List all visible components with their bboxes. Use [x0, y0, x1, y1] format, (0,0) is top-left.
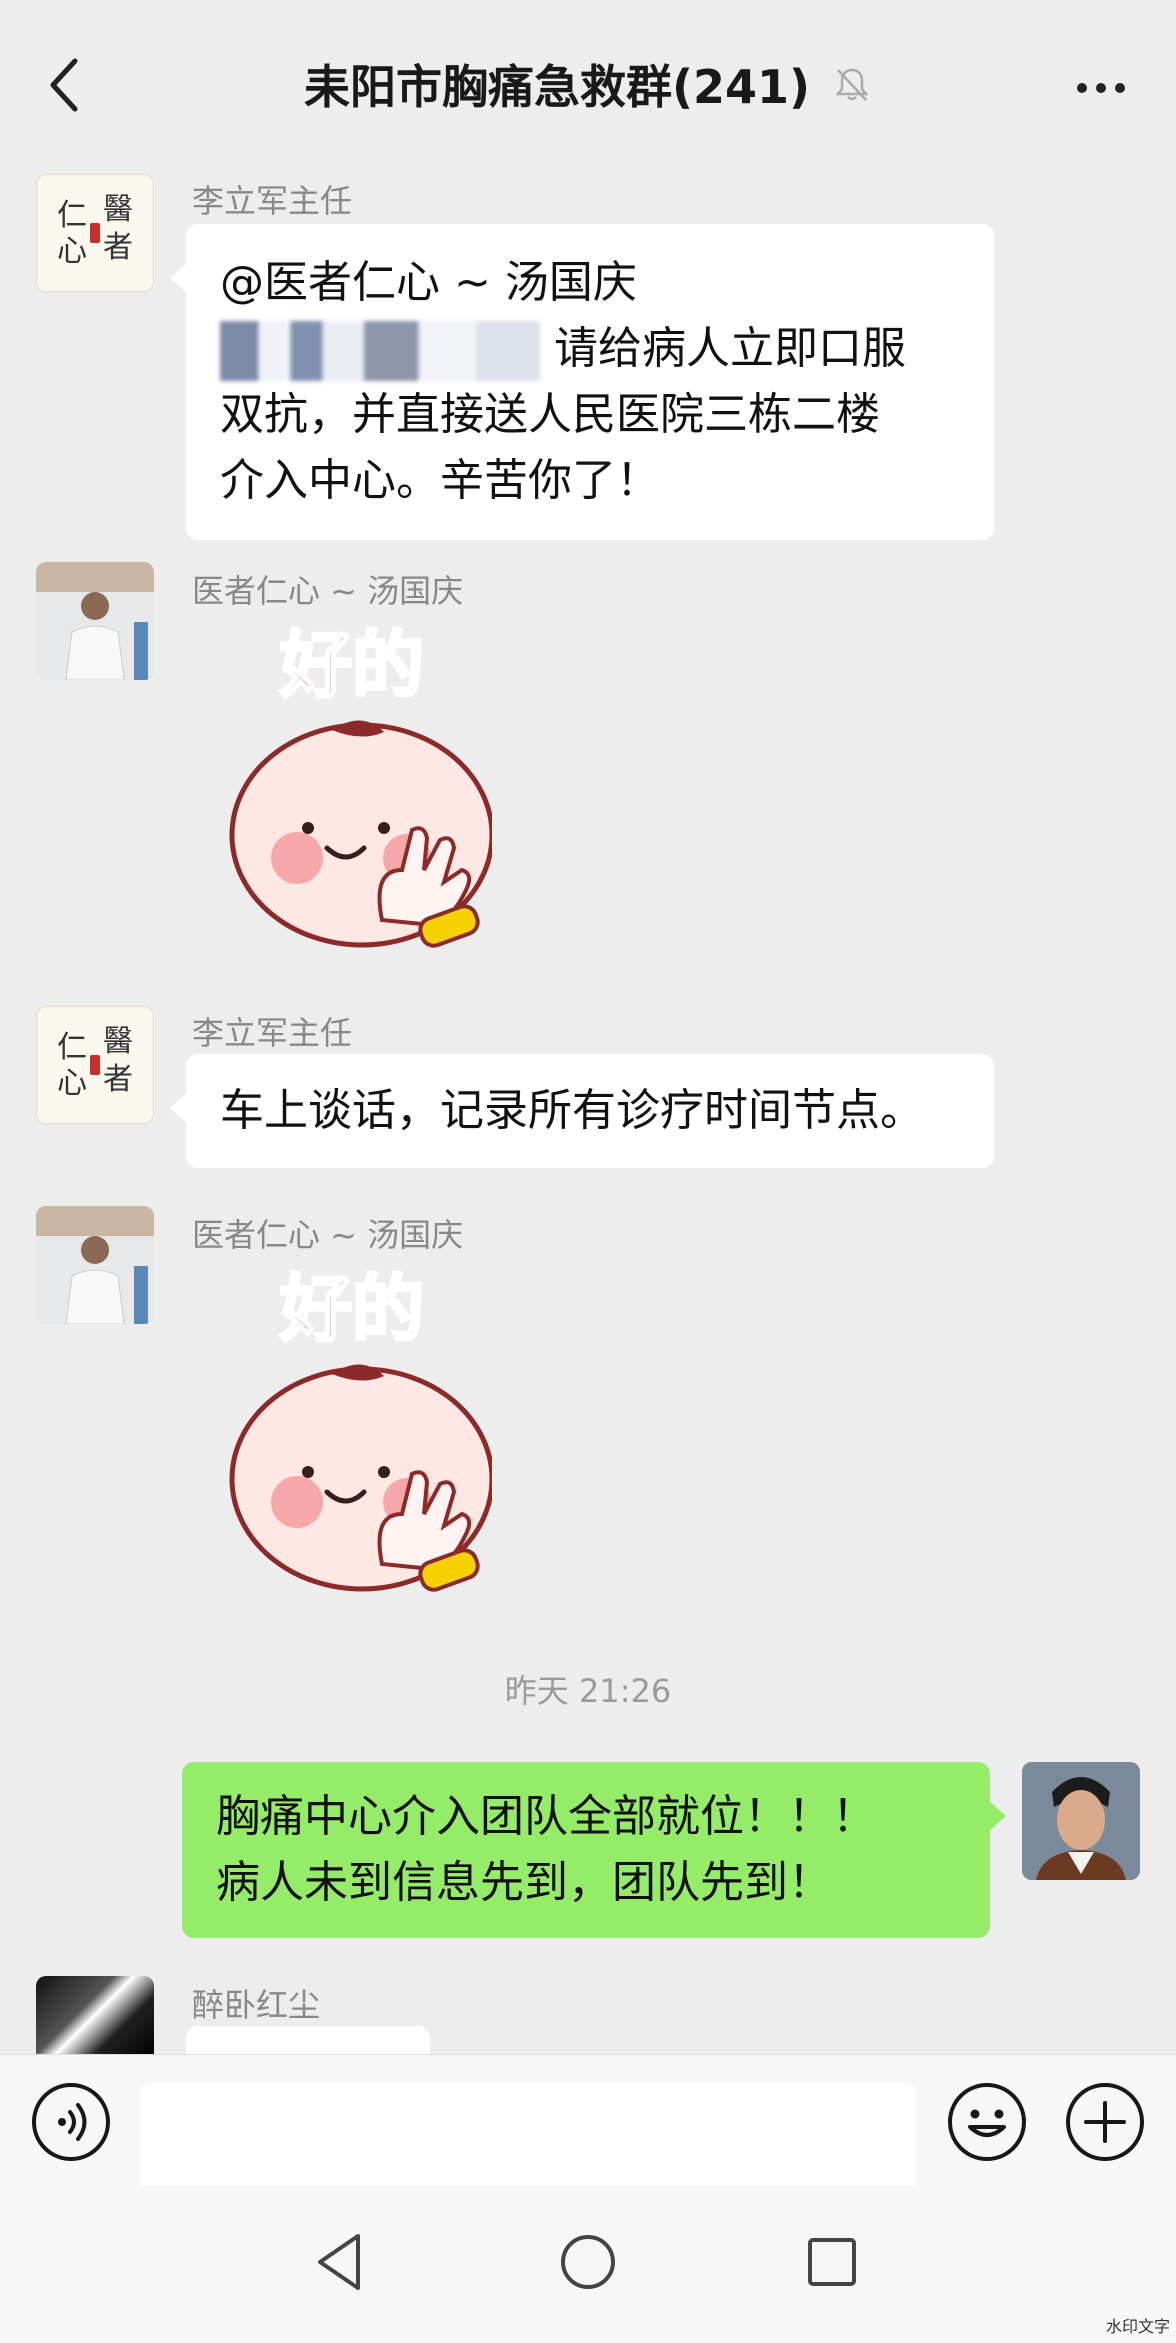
user-photo	[1022, 1762, 1140, 1880]
plus-icon[interactable]	[1064, 2081, 1146, 2163]
sender-name: 医者仁心 ~ 汤国庆	[192, 1216, 464, 1254]
seal-stamp	[90, 223, 100, 243]
dot-icon	[1077, 83, 1087, 93]
message-bubble[interactable]: 车上谈话，记录所有诊疗时间节点。	[170, 1054, 994, 1168]
seal-char: 心	[57, 1066, 87, 1101]
ok-sticker[interactable]: 好的	[212, 620, 492, 950]
timestamp: 昨天 21:26	[504, 1672, 672, 1710]
avatar-li-lijun[interactable]: 仁 心 醫 者	[36, 174, 154, 292]
nav-home-icon[interactable]	[552, 2226, 624, 2298]
seal-char: 仁	[57, 198, 87, 233]
chat-title: 耒阳市胸痛急救群(241)	[303, 60, 811, 114]
doctor-photo	[36, 562, 154, 680]
message-line: 车上谈话，记录所有诊疗时间节点。	[220, 1085, 924, 1136]
avatar-self[interactable]	[1022, 1762, 1140, 1880]
watermark: 水印文字	[1105, 2317, 1170, 2336]
seal-char: 心	[57, 234, 87, 269]
seal-logo: 仁 心 醫 者	[55, 193, 135, 273]
ok-sticker[interactable]: 好的	[212, 1264, 492, 1594]
input-bar	[0, 2054, 1176, 2203]
message-line: 双抗，并直接送人民医院三栋二楼	[220, 389, 880, 440]
seal-logo: 仁 心 醫 者	[55, 1025, 135, 1105]
message-line: @医者仁心 ~ 汤国庆	[220, 257, 637, 308]
avatar-zuiwo-hongchen[interactable]	[36, 1976, 154, 2054]
sender-name: 李立军主任	[192, 1014, 353, 1052]
redacted-mention	[220, 321, 540, 381]
more-options-button[interactable]	[1066, 58, 1136, 118]
message-line: 胸痛中心介入团队全部就位！！！	[216, 1791, 876, 1842]
mute-bell-icon	[835, 68, 869, 101]
emoji-icon[interactable]	[946, 2081, 1028, 2163]
nav-recents-icon[interactable]	[796, 2226, 868, 2298]
doctor-photo	[36, 1206, 154, 1324]
seal-char: 者	[103, 1062, 133, 1097]
sender-name: 醉卧红尘	[192, 1986, 321, 2024]
voice-input-icon[interactable]	[30, 2081, 112, 2163]
sender-name: 李立军主任	[192, 182, 353, 220]
sender-name: 医者仁心 ~ 汤国庆	[192, 572, 464, 610]
message-bubble[interactable]: @医者仁心 ~ 汤国庆 请给病人立即口服 双抗，并直接送人民医院三栋二楼 介入中…	[170, 224, 994, 540]
nav-back-icon[interactable]	[306, 2226, 378, 2298]
sticker-text: 好的	[279, 1267, 424, 1351]
seal-char: 醫	[103, 1024, 133, 1059]
seal-char: 者	[103, 230, 133, 265]
avatar-tang-guoqing[interactable]	[36, 1206, 154, 1324]
system-nav-bar: 水印文字	[0, 2186, 1176, 2343]
message-line: 病人未到信息先到，团队先到！	[216, 1857, 832, 1908]
avatar-tang-guoqing[interactable]	[36, 562, 154, 680]
message-input[interactable]	[140, 2083, 916, 2203]
chat-header: 耒阳市胸痛急救群(241)	[0, 0, 1176, 158]
message-bubble[interactable]	[186, 2026, 430, 2054]
seal-char: 仁	[57, 1030, 87, 1065]
message-line: 介入中心。辛苦你了！	[220, 455, 660, 506]
message-line: 请给病人立即口服	[220, 316, 960, 382]
seal-char: 醫	[103, 192, 133, 227]
seal-stamp	[90, 1055, 100, 1075]
own-message-bubble[interactable]: 胸痛中心介入团队全部就位！！！ 病人未到信息先到，团队先到！	[182, 1762, 1006, 1938]
dot-icon	[1115, 83, 1125, 93]
dot-icon	[1096, 83, 1106, 93]
sticker-text: 好的	[279, 623, 424, 707]
avatar-li-lijun[interactable]: 仁 心 醫 者	[36, 1006, 154, 1124]
